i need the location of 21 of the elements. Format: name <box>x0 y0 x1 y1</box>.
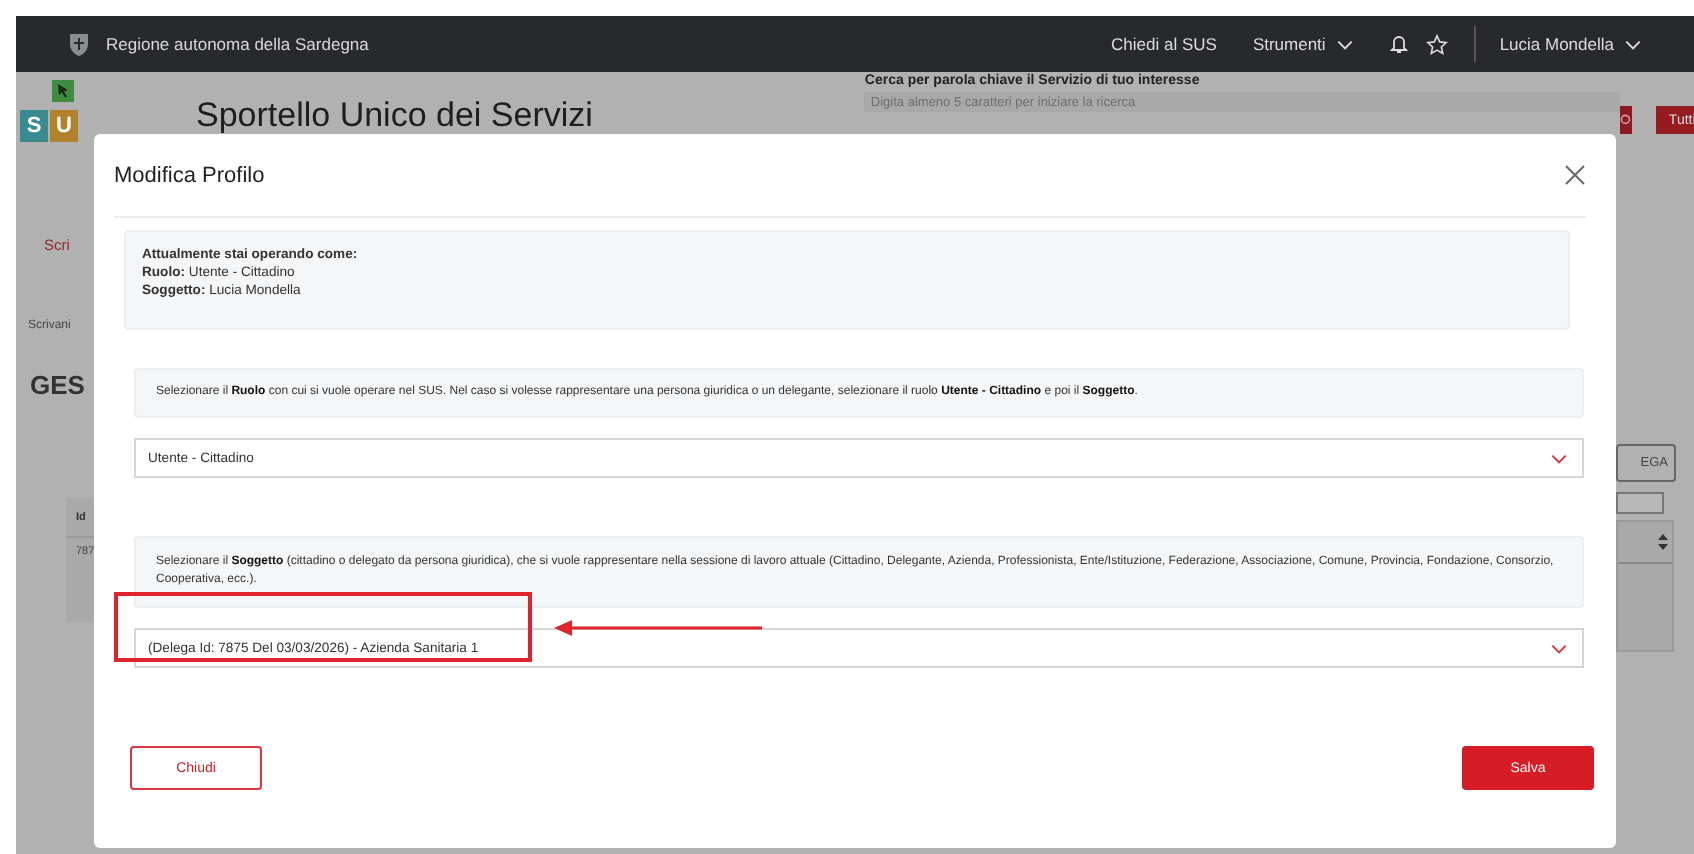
page-heading: GES <box>30 370 87 400</box>
cursor-icon <box>52 80 74 102</box>
chevron-down-icon <box>1335 39 1354 49</box>
chevron-down-icon <box>1550 453 1568 463</box>
search-icon <box>1620 114 1633 126</box>
chevron-down-icon <box>1550 643 1568 653</box>
dialog-title: Modifica Profilo <box>114 163 265 187</box>
region-name[interactable]: Regione autonoma della Sardegna <box>106 34 369 54</box>
star-icon[interactable] <box>1425 33 1448 55</box>
search-button[interactable] <box>1620 106 1633 134</box>
site-title: Sportello Unico dei Servizi <box>196 96 593 136</box>
bell-icon[interactable] <box>1389 34 1408 54</box>
user-menu[interactable]: Lucia Mondella <box>1499 34 1642 54</box>
sort-icon[interactable] <box>1658 534 1668 550</box>
chevron-down-icon <box>1624 39 1642 49</box>
shield-icon <box>68 32 90 56</box>
logo[interactable]: S U <box>20 80 88 164</box>
filter-field[interactable] <box>1616 492 1664 514</box>
nav-link[interactable]: Chiedi al SUS <box>1111 34 1217 54</box>
close-icon[interactable] <box>1564 164 1586 186</box>
nav-link[interactable]: Strumenti <box>1252 34 1354 54</box>
